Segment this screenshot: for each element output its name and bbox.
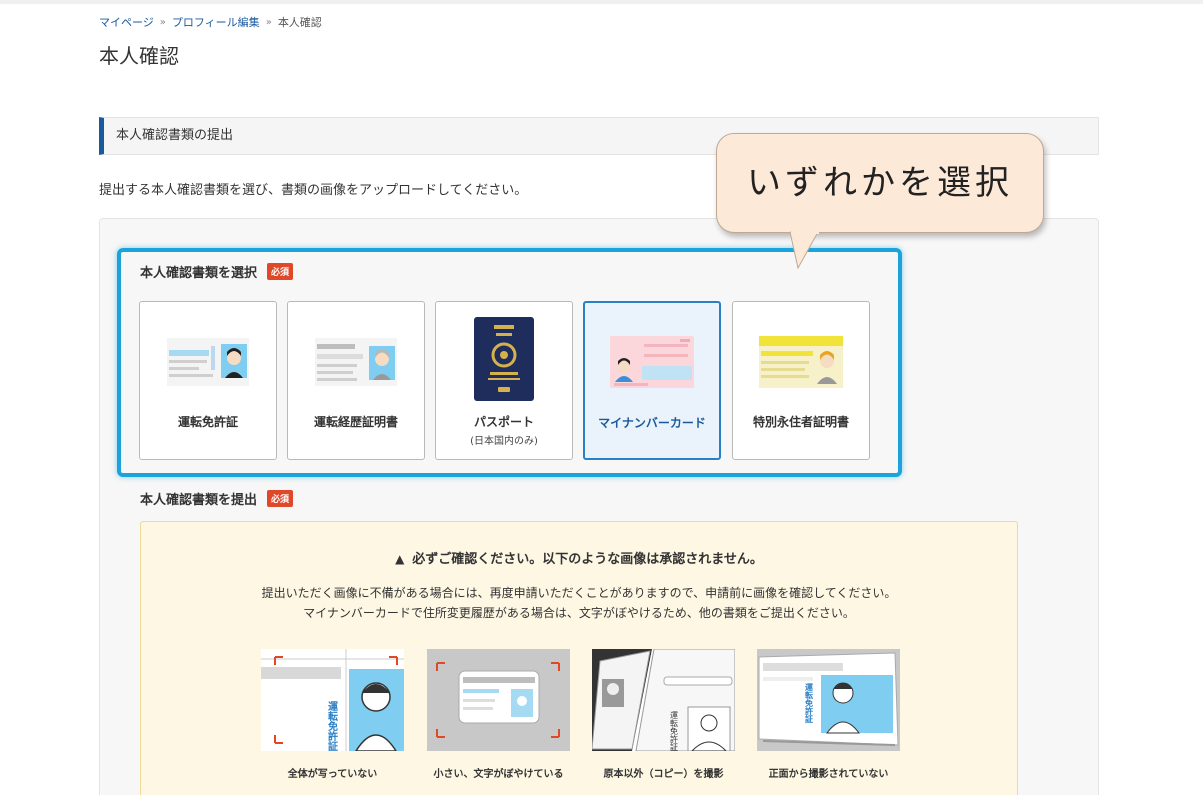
option-label: パスポート: [473, 415, 534, 429]
option-drivers-license[interactable]: 運転免許証: [139, 301, 277, 460]
breadcrumb-separator: »: [265, 16, 272, 28]
select-label: 本人確認書類を選択: [140, 266, 258, 281]
warning-title-text: 必ずご確認ください。以下のような画像は承認されません。: [412, 552, 763, 567]
driving-history-icon: [288, 330, 424, 394]
example-small-blurry: 小さい、文字がぼやけている: [427, 649, 570, 780]
breadcrumb-profile-edit[interactable]: プロフィール編集: [172, 14, 260, 30]
option-label: 運転免許証: [177, 415, 238, 429]
svg-text:運転免許証: 運転免許証: [805, 682, 814, 724]
warning-icon: ▲: [395, 552, 405, 566]
warning-text: 提出いただく画像に不備がある場合には、再度申請いただくことがありますので、申請前…: [141, 583, 1017, 623]
passport-icon: [436, 316, 572, 402]
submit-label-row: 本人確認書類を提出 必須: [140, 489, 294, 508]
option-passport[interactable]: パスポート (日本国内のみ): [435, 301, 573, 460]
example-caption: 正面から撮影されていない: [768, 769, 889, 780]
example-caption: 全体が写っていない: [287, 769, 378, 780]
option-my-number-card[interactable]: マイナンバーカード: [583, 301, 721, 460]
drivers-license-icon: [140, 330, 276, 394]
warning-title: ▲ 必ずご確認ください。以下のような画像は承認されません。: [141, 548, 1017, 567]
warning-line: マイナンバーカードで住所変更履歴がある場合は、文字がぼやけるため、他の書類をご提…: [303, 606, 855, 620]
page-title: 本人確認: [99, 44, 179, 68]
example-not-frontal: 運転免許証 正面から撮影されていない: [757, 649, 900, 780]
breadcrumb-separator: »: [159, 16, 166, 28]
option-label: 特別永住者証明書: [752, 415, 849, 429]
top-bar: [0, 0, 1203, 4]
callout-bubble: いずれかを選択: [716, 133, 1044, 233]
cropped-photo-illustration: 運転免許証: [261, 649, 404, 751]
option-label: 運転経歴証明書: [313, 415, 398, 429]
option-special-permanent-resident[interactable]: 特別永住者証明書: [732, 301, 870, 460]
svg-text:運転免許証: 運転免許証: [670, 711, 679, 751]
submit-label: 本人確認書類を提出: [140, 493, 258, 508]
example-cropped: 運転免許証 全体が写っていない: [261, 649, 404, 780]
select-label-row: 本人確認書類を選択 必須: [140, 262, 294, 281]
section-intro: 提出する本人確認書類を選び、書類の画像をアップロードしてください。: [99, 183, 528, 198]
warning-box: ▲ 必ずご確認ください。以下のような画像は承認されません。 提出いただく画像に不備…: [140, 521, 1018, 795]
my-number-card-icon: [585, 330, 719, 394]
required-badge: 必須: [267, 490, 294, 507]
callout-tail: [790, 226, 819, 270]
option-label: マイナンバーカード: [598, 416, 706, 430]
breadcrumb-mypage[interactable]: マイページ: [99, 14, 154, 30]
breadcrumb-current: 本人確認: [277, 16, 322, 29]
copy-photo-illustration: 運転免許証: [592, 649, 735, 751]
small-card-illustration: [427, 649, 570, 751]
angled-photo-illustration: 運転免許証: [757, 649, 900, 751]
example-copy: 運転免許証 原本以外（コピー）を撮影: [592, 649, 735, 780]
example-caption: 原本以外（コピー）を撮影: [603, 769, 724, 780]
resident-certificate-icon: [733, 330, 869, 394]
warning-line: 提出いただく画像に不備がある場合には、再度申請いただくことがありますので、申請前…: [261, 586, 897, 600]
example-caption: 小さい、文字がぼやけている: [433, 769, 564, 780]
svg-text:運転免許証: 運転免許証: [326, 701, 338, 751]
option-sublabel: (日本国内のみ): [470, 436, 538, 447]
breadcrumb: マイページ » プロフィール編集 » 本人確認: [99, 14, 322, 30]
required-badge: 必須: [267, 263, 294, 280]
option-driving-history[interactable]: 運転経歴証明書: [287, 301, 425, 460]
